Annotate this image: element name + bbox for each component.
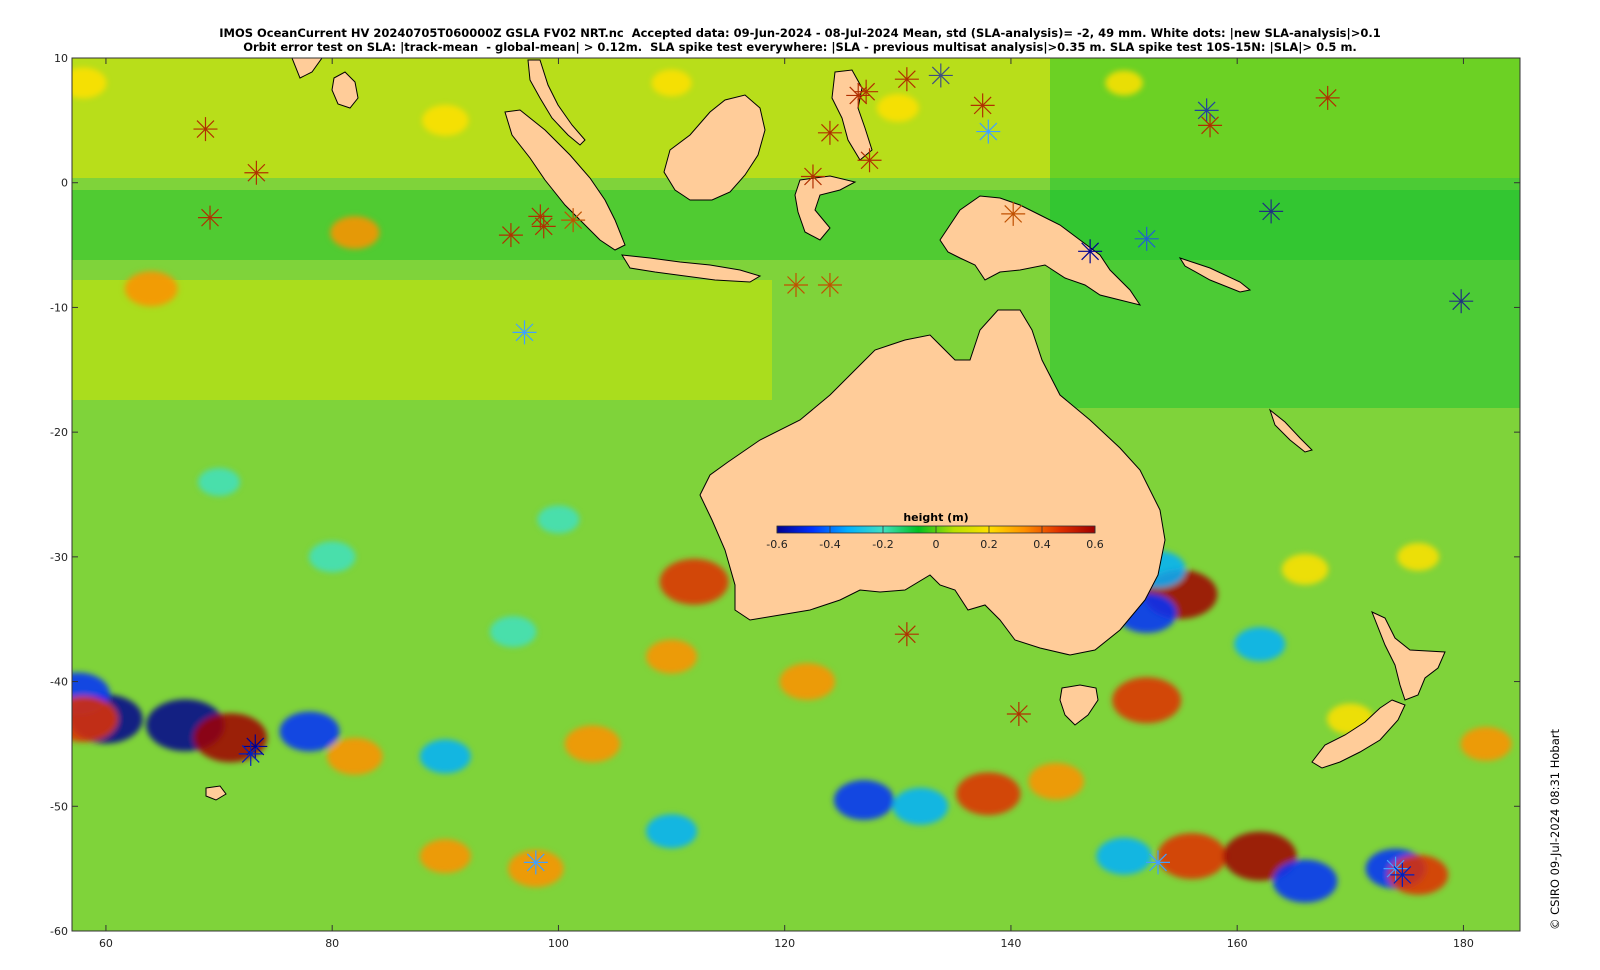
sla-anomaly [651,69,692,97]
spike-marker [243,734,268,759]
colorbar-tick-label: 0 [933,538,940,551]
colorbar-tick-label: -0.4 [819,538,840,551]
sla-anomaly [1028,762,1084,800]
colorbar-tick-label: 0.2 [980,538,998,551]
spike-marker [928,63,953,88]
colorbar-tick-label: -0.6 [766,538,787,551]
x-tick-label: 160 [1227,937,1248,950]
sla-anomaly [1281,553,1329,585]
sla-anomaly [892,787,949,825]
spike-marker [1259,199,1284,224]
sla-anomaly [1096,837,1152,875]
spike-marker [1134,226,1159,251]
sla-anomaly [646,814,698,849]
x-tick-label: 120 [774,937,795,950]
spike-marker [817,272,842,297]
colorbar-tick-label: -0.2 [872,538,893,551]
sla-anomaly [419,739,471,774]
y-tick-label: 10 [54,52,68,65]
spike-marker [238,741,263,766]
spike-marker [1449,289,1474,314]
spike-marker [976,119,1001,144]
sla-anomaly [72,67,107,99]
sla-anomaly [646,639,698,674]
spike-marker [970,93,995,118]
sla-anomaly [330,216,380,250]
sla-anomaly [779,663,836,701]
spike-marker [800,164,825,189]
spike-marker [512,320,537,345]
spike-marker [854,79,879,104]
sla-anomaly [308,541,356,573]
spike-marker [894,67,919,92]
spike-marker [1001,201,1026,226]
spike-marker [1078,239,1103,264]
x-tick-label: 80 [325,937,339,950]
sla-anomaly [198,468,241,497]
spike-marker [817,120,842,145]
spike-marker [1390,862,1415,887]
spike-marker [1198,113,1223,138]
sla-anomaly [72,695,118,742]
y-tick-label: -10 [50,301,68,314]
sla-anomaly [1397,542,1440,571]
spike-marker [244,160,269,185]
spike-marker [498,223,523,248]
sla-anomaly [833,780,894,821]
spike-marker [523,850,548,875]
copyright-credit: © CSIRO 09-Jul-2024 08:31 Hobart [1548,728,1562,930]
spike-marker [1146,850,1170,875]
sla-anomaly [1460,726,1512,761]
sla-anomaly [876,93,919,122]
x-tick-label: 60 [99,937,113,950]
sla-anomaly [327,737,383,775]
sla-anomaly [564,725,621,763]
sla-anomaly [279,711,340,752]
y-tick-label: -30 [50,551,68,564]
sla-anomaly [1234,627,1286,662]
sla-anomaly [1157,833,1227,880]
spike-marker [198,205,223,230]
spike-marker [561,208,586,233]
spike-marker [1315,85,1340,110]
sla-anomaly [537,505,580,534]
sla-anomaly [1105,70,1143,96]
x-tick-label: 140 [1000,937,1021,950]
sla-anomaly [422,104,469,136]
sla-anomaly [1272,859,1338,903]
sla-anomaly [1112,677,1182,724]
x-tick-label: 100 [548,937,569,950]
sla-map: 60 80 100 120 140 160 180100-10-20-30-40-50-60… [50,52,1521,950]
colorbar-title: height (m) [903,511,968,524]
y-tick-label: -20 [50,426,68,439]
colorbar-tick-label: 0.6 [1086,538,1104,551]
y-tick-label: -60 [50,925,68,938]
y-tick-label: -50 [50,800,68,813]
spike-marker [531,214,556,239]
sla-anomaly [956,772,1021,816]
sla-anomaly [124,271,178,307]
y-tick-label: -40 [50,676,68,689]
sla-anomaly [419,839,471,874]
spike-marker [1006,701,1031,726]
sla-anomaly [659,558,729,605]
spike-marker [528,204,553,229]
spike-marker [193,117,218,142]
spike-marker [894,622,919,647]
spike-marker [1194,98,1219,123]
x-tick-label: 180 [1453,937,1474,950]
sla-anomaly [489,616,537,648]
spike-marker [784,272,808,297]
sla-anomaly [193,713,268,763]
spike-marker [857,148,882,173]
tropical-yellow-band [72,280,772,400]
colorbar-tick-label: 0.4 [1033,538,1051,551]
y-tick-label: 0 [61,177,68,190]
pacific-green-region [1050,58,1520,408]
